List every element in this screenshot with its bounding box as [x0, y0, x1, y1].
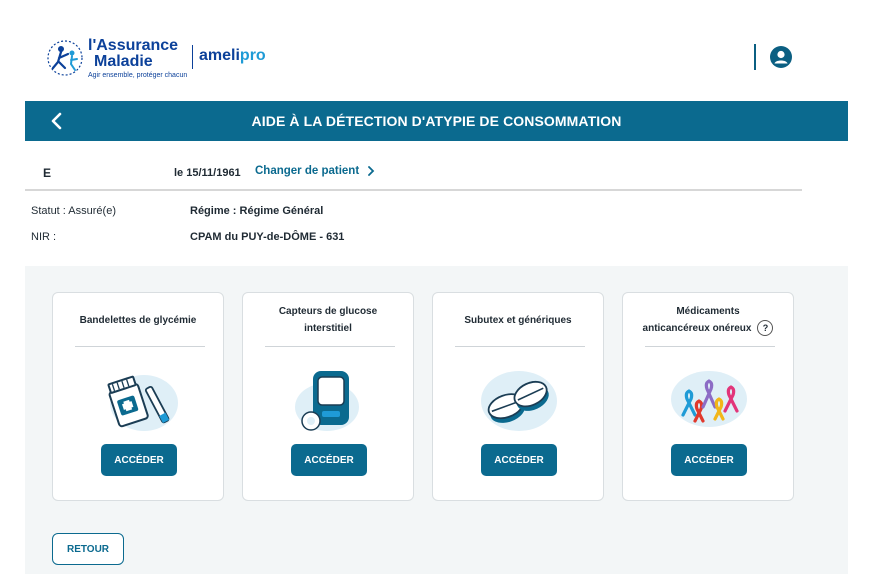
- card-capteurs-glucose: Capteurs de glucose interstitiel ACCÉDER: [242, 292, 414, 501]
- logo-divider: [192, 45, 193, 69]
- regime-label: Régime :: [190, 205, 237, 217]
- logo-name-line2: Maladie: [94, 53, 153, 70]
- card-title-line1: Capteurs de glucose: [278, 306, 378, 317]
- card-title-line2: anticancéreux onéreux: [642, 323, 752, 334]
- product-name-part1: ameli: [199, 47, 240, 64]
- logo-tagline: Agir ensemble, protéger chacun: [88, 72, 188, 79]
- card-bandelettes-glycemie: Bandelettes de glycémie ACCÉDER: [52, 292, 224, 501]
- card-title-text: Bandelettes de glycémie: [79, 314, 197, 326]
- card-title: Bandelettes de glycémie: [61, 293, 215, 347]
- card-divider: [455, 346, 585, 347]
- regime-value: Régime Général: [239, 205, 324, 217]
- glucose-strips-icon: [107, 375, 178, 431]
- help-icon[interactable]: ?: [757, 320, 774, 337]
- card-title-text: Capteurs de glucose interstitiel: [279, 303, 377, 337]
- access-button[interactable]: ACCÉDER: [291, 444, 367, 476]
- change-patient-label: Changer de patient: [255, 165, 360, 177]
- card-divider: [265, 346, 395, 347]
- access-button[interactable]: ACCÉDER: [671, 444, 747, 476]
- card-title: Médicaments anticancéreux onéreux?: [631, 293, 785, 347]
- patient-caisse: CPAM du PUY-de-DÔME - 631: [190, 231, 345, 243]
- user-icon: [774, 50, 788, 64]
- product-name-part2: pro: [239, 47, 266, 64]
- patient-regime: Régime : Régime Général: [190, 205, 323, 217]
- access-button[interactable]: ACCÉDER: [481, 444, 557, 476]
- app-header: l'Assurance Maladie Agir ensemble, proté…: [0, 0, 886, 100]
- card-divider: [75, 346, 205, 347]
- card-title-text: Médicaments anticancéreux onéreux?: [643, 303, 774, 337]
- awareness-ribbons-icon: [671, 371, 747, 427]
- access-button[interactable]: ACCÉDER: [101, 444, 177, 476]
- card-title: Subutex et génériques: [441, 293, 595, 347]
- card-title-text: Subutex et génériques: [464, 314, 572, 326]
- card-title-line1: Médicaments: [676, 306, 740, 317]
- card-subutex-generiques: Subutex et génériques ACCÉDER: [432, 292, 604, 501]
- card-divider: [645, 346, 775, 347]
- header-divider: [754, 44, 756, 70]
- patient-nir-label: NIR :: [31, 231, 57, 243]
- amelipro-logo[interactable]: amelipro: [199, 47, 266, 65]
- card-title-line2: interstitiel: [304, 323, 352, 334]
- retour-button[interactable]: RETOUR: [52, 533, 124, 565]
- assurance-maladie-logo[interactable]: l'Assurance Maladie Agir ensemble, proté…: [44, 38, 187, 80]
- patient-name: E: [43, 166, 52, 180]
- page-title: AIDE À LA DÉTECTION D'ATYPIE DE CONSOMMA…: [251, 113, 622, 129]
- page-title-bar: AIDE À LA DÉTECTION D'ATYPIE DE CONSOMMA…: [25, 101, 848, 141]
- patient-statut: Statut : Assuré(e): [31, 205, 116, 217]
- patient-divider: [25, 189, 802, 191]
- card-title: Capteurs de glucose interstitiel: [251, 293, 405, 347]
- chevron-right-icon: [368, 166, 375, 176]
- user-account-button[interactable]: [770, 46, 792, 68]
- patient-birthdate: le 15/11/1961: [174, 167, 241, 179]
- assurance-maladie-emblem-icon: [47, 40, 83, 76]
- glucose-sensor-icon: [295, 371, 359, 431]
- card-medicaments-anticancereux: Médicaments anticancéreux onéreux? ACCÉD…: [622, 292, 794, 501]
- logo-name-line1: l'Assurance: [88, 37, 179, 54]
- pills-icon: [481, 371, 557, 431]
- change-patient-link[interactable]: Changer de patient: [255, 165, 375, 177]
